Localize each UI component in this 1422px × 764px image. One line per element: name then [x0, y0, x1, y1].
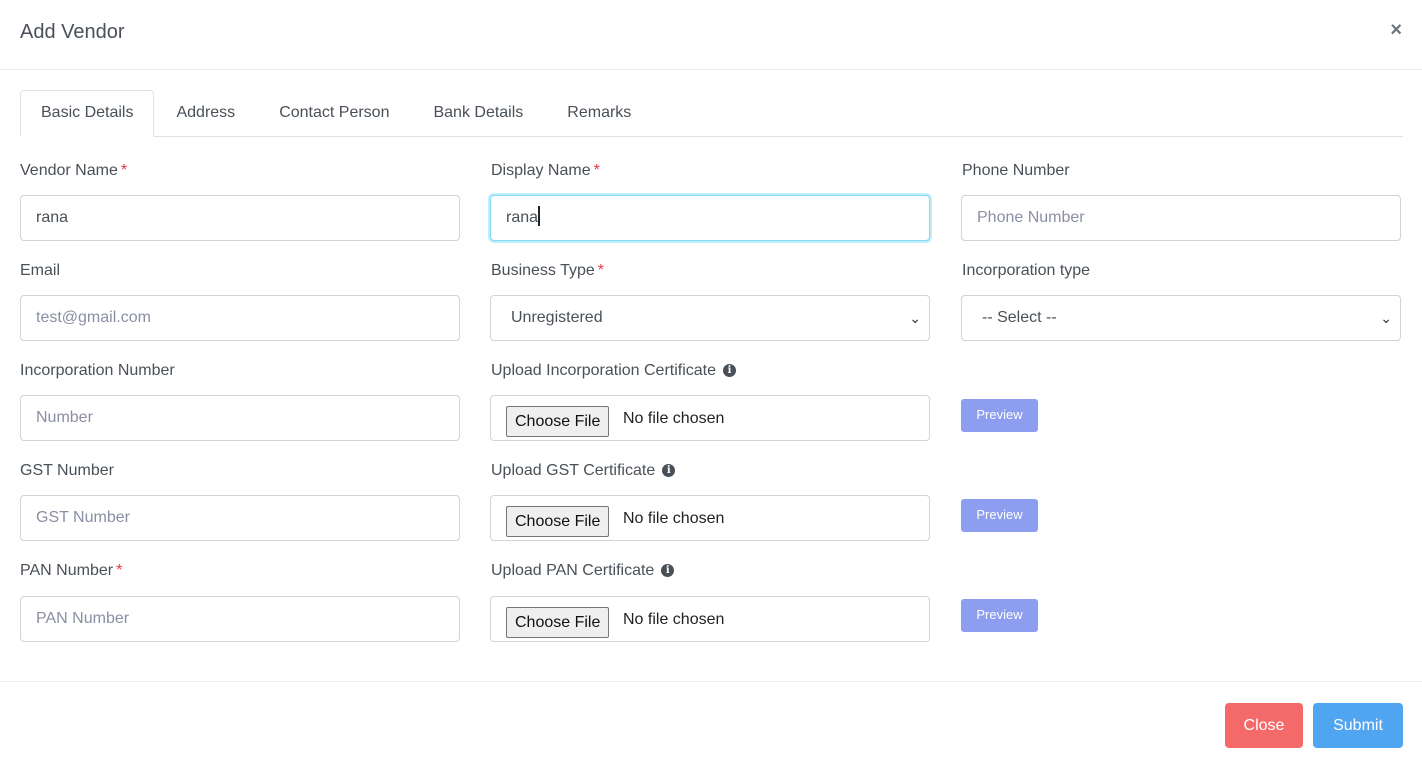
file-status: No file chosen [623, 611, 725, 628]
upload-pan-file-input: Choose File No file chosen [490, 596, 930, 642]
required-marker: * [120, 162, 128, 179]
text-caret [538, 206, 541, 226]
required-marker: * [116, 562, 123, 579]
vendor-name-label: Vendor Name * [20, 162, 127, 180]
close-button[interactable]: Close [1225, 703, 1303, 748]
gst-number-placeholder: GST Number [36, 509, 130, 526]
info-icon[interactable]: i [661, 564, 675, 577]
modal-footer: Close Submit [0, 681, 1422, 764]
pan-number-input[interactable]: PAN Number [20, 596, 460, 642]
modal-header: Add Vendor × [0, 0, 1422, 70]
tab-bank-details[interactable]: Bank Details [411, 90, 545, 137]
incorporation-number-label: Incorporation Number [20, 362, 175, 379]
tab-remarks[interactable]: Remarks [545, 90, 653, 137]
tab-contact-person[interactable]: Contact Person [257, 90, 411, 137]
vendor-name-label-text: Vendor Name [20, 162, 118, 179]
upload-gst-file-input: Choose File No file chosen [490, 495, 930, 541]
email-input[interactable]: test@gmail.com [20, 295, 460, 341]
preview-incorporation-button[interactable]: Preview [961, 399, 1038, 432]
email-placeholder: test@gmail.com [36, 309, 151, 326]
file-status: No file chosen [623, 410, 725, 427]
preview-gst-button[interactable]: Preview [961, 499, 1038, 532]
gst-number-label: GST Number [20, 462, 114, 479]
preview-pan-button[interactable]: Preview [961, 599, 1038, 632]
upload-incorporation-label-text: Upload Incorporation Certificate [491, 362, 717, 379]
business-type-selected: Unregistered [511, 309, 603, 326]
business-type-label: Business Type * [491, 262, 604, 280]
vendor-name-value: rana [36, 209, 69, 226]
upload-incorporation-label: Upload Incorporation Certificate i [491, 362, 737, 380]
display-name-label: Display Name * [491, 162, 600, 180]
incorporation-type-selected: -- Select -- [982, 309, 1057, 326]
chevron-down-icon: ⌄ [1380, 310, 1392, 326]
vendor-name-input[interactable]: rana [20, 195, 460, 241]
info-icon[interactable]: i [723, 364, 737, 377]
pan-number-label: PAN Number * [20, 562, 122, 580]
business-type-label-text: Business Type [491, 262, 595, 279]
required-marker: * [593, 162, 600, 179]
tab-basic-details[interactable]: Basic Details [20, 90, 155, 137]
display-name-label-text: Display Name [491, 162, 591, 179]
upload-pan-label: Upload PAN Certificate i [491, 562, 675, 580]
choose-file-button[interactable]: Choose File [506, 406, 610, 437]
tab-address[interactable]: Address [154, 90, 257, 137]
phone-number-placeholder: Phone Number [977, 209, 1085, 226]
required-marker: * [597, 262, 604, 279]
file-status: No file chosen [623, 510, 725, 527]
chevron-down-icon: ⌄ [909, 310, 921, 326]
gst-number-input[interactable]: GST Number [20, 495, 460, 541]
choose-file-button[interactable]: Choose File [506, 506, 610, 537]
incorporation-number-placeholder: Number [36, 409, 93, 426]
upload-pan-label-text: Upload PAN Certificate [491, 562, 655, 579]
close-icon[interactable]: × [1390, 20, 1402, 40]
upload-gst-label: Upload GST Certificate i [491, 462, 676, 480]
incorporation-number-input[interactable]: Number [20, 395, 460, 441]
display-name-input[interactable]: rana [490, 195, 930, 241]
incorporation-type-label: Incorporation type [962, 262, 1091, 279]
modal-title: Add Vendor [20, 21, 125, 43]
choose-file-button[interactable]: Choose File [506, 607, 610, 638]
email-label: Email [20, 262, 61, 279]
pan-number-placeholder: PAN Number [36, 610, 130, 627]
upload-incorporation-file-input: Choose File No file chosen [490, 395, 930, 441]
phone-number-input[interactable]: Phone Number [961, 195, 1401, 241]
tab-bar: Basic Details Address Contact Person Ban… [20, 90, 1403, 137]
incorporation-type-select[interactable]: -- Select -- ⌄ [961, 295, 1401, 341]
phone-number-label: Phone Number [962, 162, 1070, 179]
display-name-value: rana [506, 209, 539, 226]
pan-number-label-text: PAN Number [20, 562, 114, 579]
submit-button[interactable]: Submit [1313, 703, 1403, 748]
upload-gst-label-text: Upload GST Certificate [491, 462, 656, 479]
info-icon[interactable]: i [662, 464, 676, 477]
business-type-select[interactable]: Unregistered ⌄ [490, 295, 930, 341]
